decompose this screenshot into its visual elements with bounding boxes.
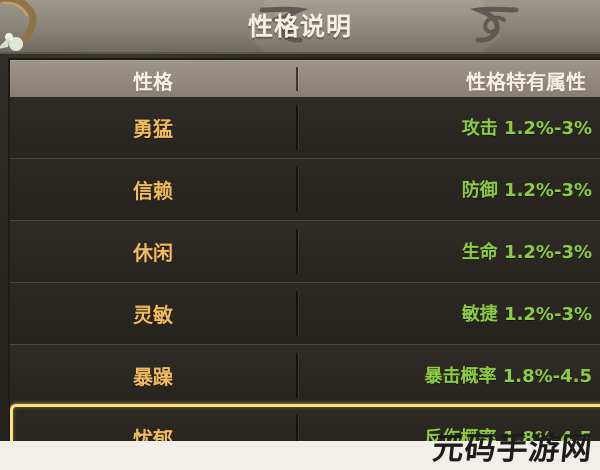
trait-attribute: 攻击 1.2%-3%	[461, 118, 592, 139]
table-header: 性格 性格特有属性	[10, 60, 600, 99]
trait-attribute: 生命 1.2%-3%	[461, 242, 592, 263]
personality-table: 性格 性格特有属性 勇猛 攻击 1.2%-3% 信赖 防御 1.2%-3% 休闲…	[10, 60, 600, 470]
game-screen: 性格说明 性格 性格特有属性 勇猛 攻击 1.2%-3% 信赖 防御 1.2%-…	[0, 0, 600, 470]
vine-ornament-icon	[0, 0, 37, 51]
dialog-title: 性格说明	[247, 12, 352, 41]
trait-attribute: 暴击概率 1.8%-4.5	[424, 366, 592, 387]
table-row[interactable]: 信赖 防御 1.2%-3%	[10, 159, 600, 221]
table-row[interactable]: 暴躁 暴击概率 1.8%-4.5	[10, 345, 600, 407]
watermark-text: 元码手游网	[430, 431, 595, 467]
header-trait: 性格	[133, 70, 173, 94]
header-attribute: 性格特有属性	[466, 70, 586, 94]
table-row[interactable]: 灵敏 敏捷 1.2%-3%	[10, 283, 600, 345]
dialog-title-bar: 性格说明	[0, 0, 600, 54]
table-row[interactable]: 休闲 生命 1.2%-3%	[10, 221, 600, 283]
table-row[interactable]: 勇猛 攻击 1.2%-3%	[10, 97, 600, 159]
trait-attribute: 敏捷 1.2%-3%	[461, 304, 592, 325]
header-divider	[296, 67, 298, 91]
trait-attribute: 防御 1.2%-3%	[461, 180, 592, 201]
table-rows: 勇猛 攻击 1.2%-3% 信赖 防御 1.2%-3% 休闲 生命 1.2%-3…	[10, 97, 600, 469]
